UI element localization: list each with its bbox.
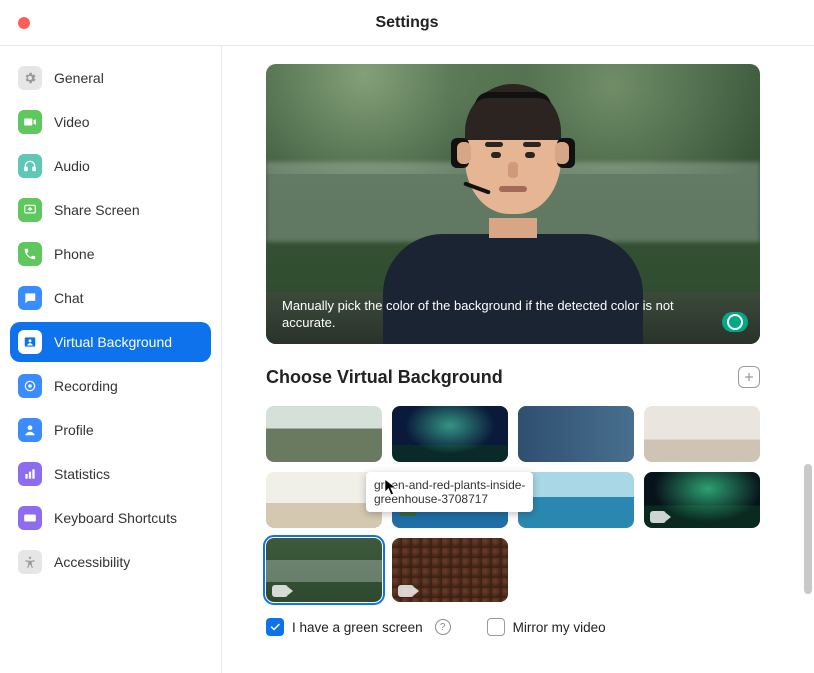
bg-thumb[interactable] (266, 406, 382, 462)
bg-thumb[interactable] (392, 538, 508, 602)
bg-thumb[interactable] (518, 406, 634, 462)
main-panel: Manually pick the color of the backgroun… (222, 46, 814, 673)
cursor-icon (384, 478, 398, 496)
sidebar-item-accessibility[interactable]: Accessibility (10, 542, 211, 582)
green-screen-checkbox[interactable]: I have a green screen ? (266, 618, 451, 636)
pick-color-button[interactable] (722, 312, 748, 332)
bg-thumb[interactable] (644, 472, 760, 528)
sidebar-item-label: Audio (54, 158, 90, 174)
sidebar-item-label: Video (54, 114, 90, 130)
sidebar-item-recording[interactable]: Recording (10, 366, 211, 406)
sidebar-item-label: Recording (54, 378, 118, 394)
bg-thumb-selected[interactable] (266, 538, 382, 602)
sidebar-item-label: Share Screen (54, 202, 140, 218)
bg-thumb[interactable] (518, 472, 634, 528)
profile-icon (18, 418, 42, 442)
virtual-background-icon (18, 330, 42, 354)
sidebar-item-label: Virtual Background (54, 334, 172, 350)
video-preview: Manually pick the color of the backgroun… (266, 64, 760, 344)
share-screen-icon (18, 198, 42, 222)
video-badge-icon (398, 585, 414, 597)
scrollbar-thumb[interactable] (804, 464, 812, 594)
sidebar: General Video Audio Share Screen Phone C… (0, 46, 222, 673)
bg-thumb[interactable] (266, 472, 382, 528)
statistics-icon (18, 462, 42, 486)
accessibility-icon (18, 550, 42, 574)
bg-thumb[interactable] (392, 406, 508, 462)
video-badge-icon (272, 585, 288, 597)
background-grid: green-and-red-plants-inside- greenhouse-… (266, 406, 770, 602)
add-background-button[interactable] (738, 366, 760, 388)
help-icon[interactable]: ? (435, 619, 451, 635)
sidebar-item-label: Keyboard Shortcuts (54, 510, 177, 526)
sidebar-item-label: Chat (54, 290, 84, 306)
sidebar-item-share-screen[interactable]: Share Screen (10, 190, 211, 230)
checkbox-checked-icon (266, 618, 284, 636)
chat-icon (18, 286, 42, 310)
bg-thumb[interactable] (644, 406, 760, 462)
sidebar-item-audio[interactable]: Audio (10, 146, 211, 186)
checkbox-empty-icon (487, 618, 505, 636)
sidebar-item-chat[interactable]: Chat (10, 278, 211, 318)
sidebar-item-profile[interactable]: Profile (10, 410, 211, 450)
sidebar-item-label: Accessibility (54, 554, 130, 570)
keyboard-icon (18, 506, 42, 530)
phone-icon (18, 242, 42, 266)
sidebar-item-label: Statistics (54, 466, 110, 482)
sidebar-item-label: General (54, 70, 104, 86)
checkbox-label: Mirror my video (513, 620, 606, 635)
window-title: Settings (0, 14, 814, 32)
gear-icon (18, 66, 42, 90)
sidebar-item-video[interactable]: Video (10, 102, 211, 142)
checkbox-label: I have a green screen (292, 620, 423, 635)
preview-hint: Manually pick the color of the backgroun… (282, 297, 700, 332)
titlebar: Settings (0, 0, 814, 46)
headphones-icon (18, 154, 42, 178)
sidebar-item-label: Phone (54, 246, 94, 262)
section-title: Choose Virtual Background (266, 367, 503, 388)
sidebar-item-statistics[interactable]: Statistics (10, 454, 211, 494)
window-close-dot[interactable] (18, 17, 30, 29)
content: General Video Audio Share Screen Phone C… (0, 46, 814, 673)
recording-icon (18, 374, 42, 398)
sidebar-item-phone[interactable]: Phone (10, 234, 211, 274)
sidebar-item-virtual-background[interactable]: Virtual Background (10, 322, 211, 362)
mirror-video-checkbox[interactable]: Mirror my video (487, 618, 606, 636)
sidebar-item-label: Profile (54, 422, 94, 438)
video-badge-icon (650, 511, 666, 523)
video-icon (18, 110, 42, 134)
sidebar-item-general[interactable]: General (10, 58, 211, 98)
sidebar-item-keyboard-shortcuts[interactable]: Keyboard Shortcuts (10, 498, 211, 538)
